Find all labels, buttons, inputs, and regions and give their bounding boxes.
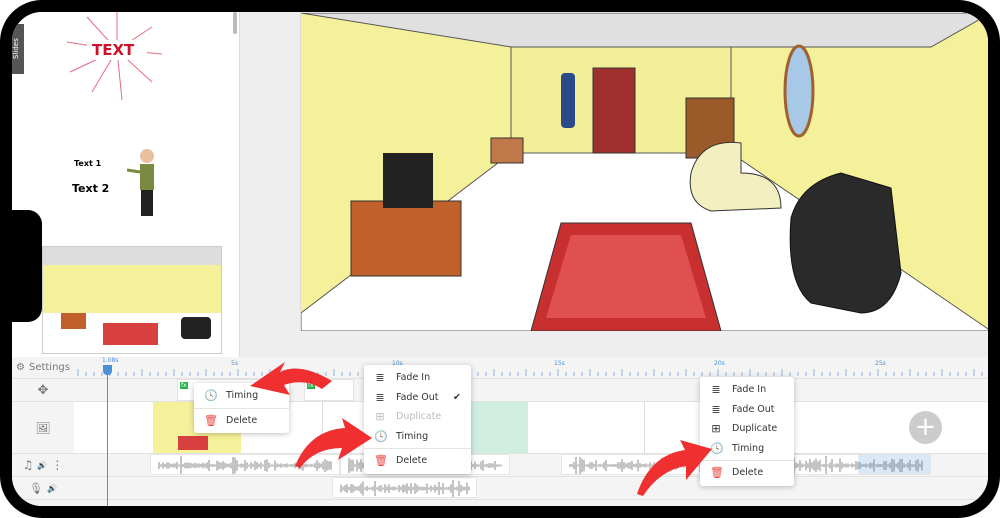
arrow-icon xyxy=(637,440,712,496)
annotation-arrows xyxy=(250,362,712,496)
arrow-icon xyxy=(250,362,332,395)
app-frame: Slides TEXT Text 1 Text 2 ⚙ Settings 1.0… xyxy=(0,0,1000,518)
arrow-icon xyxy=(295,418,372,468)
